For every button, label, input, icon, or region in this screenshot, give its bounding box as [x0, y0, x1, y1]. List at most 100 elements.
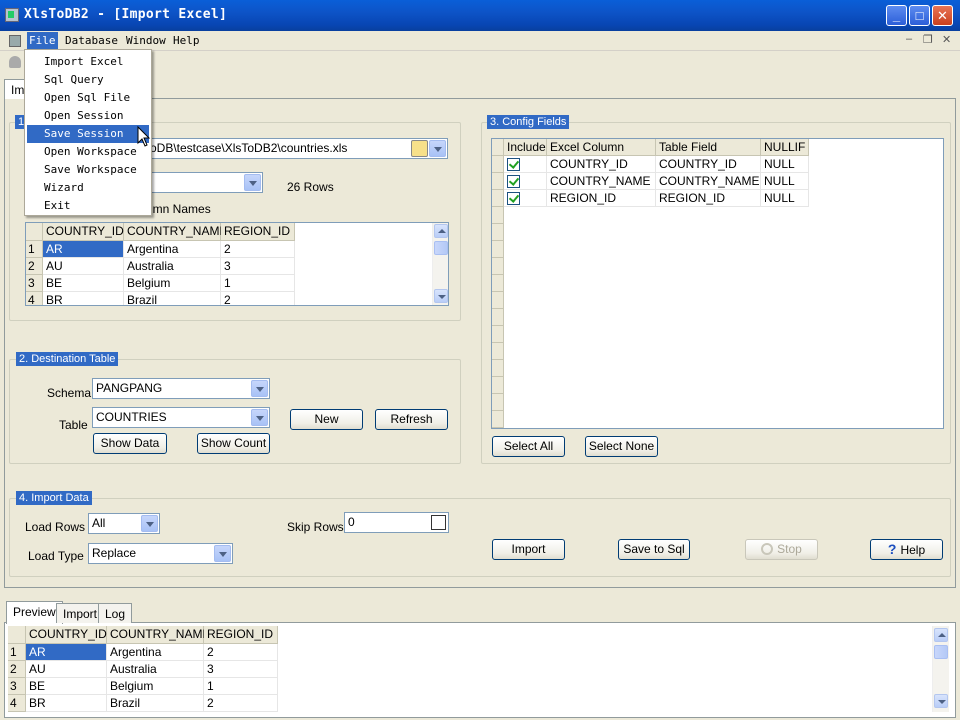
grid-cell[interactable]: REGION_ID	[656, 190, 761, 207]
tab-import[interactable]: Import	[56, 603, 105, 623]
grid-cell[interactable]: NULL	[761, 173, 809, 190]
grid-cell[interactable]: Belgium	[107, 678, 204, 695]
scroll-thumb[interactable]	[934, 645, 948, 659]
config-fields-grid[interactable]: Include Excel Column Table Field NULLIF …	[491, 138, 944, 429]
scroll-down-icon[interactable]	[434, 289, 448, 303]
grid-cell[interactable]: BE	[43, 275, 124, 292]
tab-preview[interactable]: Preview	[6, 601, 63, 624]
column-header[interactable]: NULLIF	[761, 139, 809, 156]
chevron-down-icon[interactable]	[429, 140, 446, 157]
menu-item-save-session[interactable]: Save Session	[27, 125, 149, 143]
load-type-select[interactable]: Replace	[88, 543, 233, 564]
grid-cell[interactable]: 1	[221, 275, 295, 292]
table-select[interactable]: COUNTRIES	[92, 407, 270, 428]
menu-help[interactable]: Help	[173, 34, 200, 47]
excel-path-field[interactable]: ToDB\testcase\XlsToDB2\countries.xls	[140, 138, 448, 159]
include-checkbox[interactable]	[507, 192, 520, 205]
select-all-button[interactable]: Select All	[492, 436, 565, 457]
grid-cell[interactable]: 2	[204, 695, 278, 712]
grid-cell[interactable]: Argentina	[124, 241, 221, 258]
chevron-down-icon[interactable]	[214, 545, 231, 562]
include-cell[interactable]	[504, 156, 547, 173]
preview-grid[interactable]: COUNTRY_ID COUNTRY_NAME REGION_ID 1 AR A…	[8, 626, 950, 714]
column-header[interactable]: Include	[504, 139, 547, 156]
column-header[interactable]: COUNTRY_NAME	[124, 223, 227, 241]
grid-cell[interactable]: 2	[221, 241, 295, 258]
menu-item-import-excel[interactable]: Import Excel	[27, 53, 149, 71]
spin-icon[interactable]	[431, 515, 446, 530]
grid-cell[interactable]: Brazil	[124, 292, 221, 305]
mdi-restore-button[interactable]: ❐	[923, 33, 933, 46]
grid-cell[interactable]: Argentina	[107, 644, 204, 661]
tab-log[interactable]: Log	[98, 603, 133, 623]
schema-select[interactable]: PANGPANG	[92, 378, 270, 399]
grid-cell[interactable]: Belgium	[124, 275, 221, 292]
minimize-button[interactable]: _	[886, 5, 907, 26]
menu-item-wizard[interactable]: Wizard	[27, 179, 149, 197]
scroll-up-icon[interactable]	[434, 224, 448, 238]
show-data-button[interactable]: Show Data	[93, 433, 167, 454]
grid-cell[interactable]: AU	[43, 258, 124, 275]
grid-cell[interactable]: BR	[43, 292, 124, 305]
grid-cell[interactable]: 3	[204, 661, 278, 678]
load-rows-select[interactable]: All	[88, 513, 160, 534]
grid-cell[interactable]: COUNTRY_NAME	[547, 173, 656, 190]
grid-cell[interactable]: BR	[26, 695, 107, 712]
chevron-down-icon[interactable]	[251, 409, 268, 426]
grid-cell[interactable]: COUNTRY_ID	[656, 156, 761, 173]
stop-button[interactable]: Stop	[745, 539, 818, 560]
scroll-down-icon[interactable]	[934, 694, 948, 708]
grid-cell[interactable]: AU	[26, 661, 107, 678]
column-header[interactable]: Table Field	[656, 139, 761, 156]
menu-item-open-sql-file[interactable]: Open Sql File	[27, 89, 149, 107]
column-header[interactable]: REGION_ID	[204, 626, 278, 644]
grid-cell[interactable]: 2	[221, 292, 295, 305]
grid-cell[interactable]: COUNTRY_ID	[547, 156, 656, 173]
refresh-button[interactable]: Refresh	[375, 409, 448, 430]
open-folder-icon[interactable]	[411, 140, 428, 157]
include-cell[interactable]	[504, 190, 547, 207]
vertical-scrollbar[interactable]	[932, 626, 949, 712]
column-header[interactable]: COUNTRY_NAME	[107, 626, 210, 644]
close-button[interactable]: ✕	[932, 5, 953, 26]
grid-cell[interactable]: AR	[43, 241, 124, 258]
mdi-close-button[interactable]: ✕	[942, 33, 951, 46]
grid-cell[interactable]: 3	[221, 258, 295, 275]
chevron-down-icon[interactable]	[141, 515, 158, 532]
menu-item-open-session[interactable]: Open Session	[27, 107, 149, 125]
grid-cell[interactable]: Australia	[124, 258, 221, 275]
column-header[interactable]: COUNTRY_ID	[26, 626, 107, 644]
grid-cell[interactable]: AR	[26, 644, 107, 661]
chevron-down-icon[interactable]	[244, 174, 261, 191]
skip-rows-stepper[interactable]: 0	[344, 512, 449, 533]
grid-cell[interactable]: Australia	[107, 661, 204, 678]
grid-cell[interactable]: NULL	[761, 190, 809, 207]
include-checkbox[interactable]	[507, 175, 520, 188]
maximize-button[interactable]: □	[909, 5, 930, 26]
grid-cell[interactable]: REGION_ID	[547, 190, 656, 207]
menu-item-exit[interactable]: Exit	[27, 197, 149, 215]
menu-file[interactable]: File	[27, 32, 58, 50]
chevron-down-icon[interactable]	[251, 380, 268, 397]
grid-cell[interactable]: COUNTRY_NAME	[656, 173, 761, 190]
help-button[interactable]: ? Help	[870, 539, 943, 560]
include-checkbox[interactable]	[507, 158, 520, 171]
menu-item-save-workspace[interactable]: Save Workspace	[27, 161, 149, 179]
save-to-sql-button[interactable]: Save to Sql	[618, 539, 690, 560]
vertical-scrollbar[interactable]	[432, 223, 448, 305]
scroll-thumb[interactable]	[434, 241, 448, 255]
source-grid[interactable]: COUNTRY_ID COUNTRY_NAME REGION_ID 1 AR A…	[25, 222, 449, 306]
grid-cell[interactable]: 1	[204, 678, 278, 695]
new-button[interactable]: New	[290, 409, 363, 430]
column-header[interactable]: COUNTRY_ID	[43, 223, 124, 241]
show-count-button[interactable]: Show Count	[197, 433, 270, 454]
sheet-select[interactable]	[140, 172, 263, 193]
menu-item-open-workspace[interactable]: Open Workspace	[27, 143, 149, 161]
grid-cell[interactable]: NULL	[761, 156, 809, 173]
menu-item-sql-query[interactable]: Sql Query	[27, 71, 149, 89]
grid-cell[interactable]: 2	[204, 644, 278, 661]
import-button[interactable]: Import	[492, 539, 565, 560]
include-cell[interactable]	[504, 173, 547, 190]
column-header[interactable]: Excel Column	[547, 139, 656, 156]
menu-window[interactable]: Window	[126, 34, 166, 47]
